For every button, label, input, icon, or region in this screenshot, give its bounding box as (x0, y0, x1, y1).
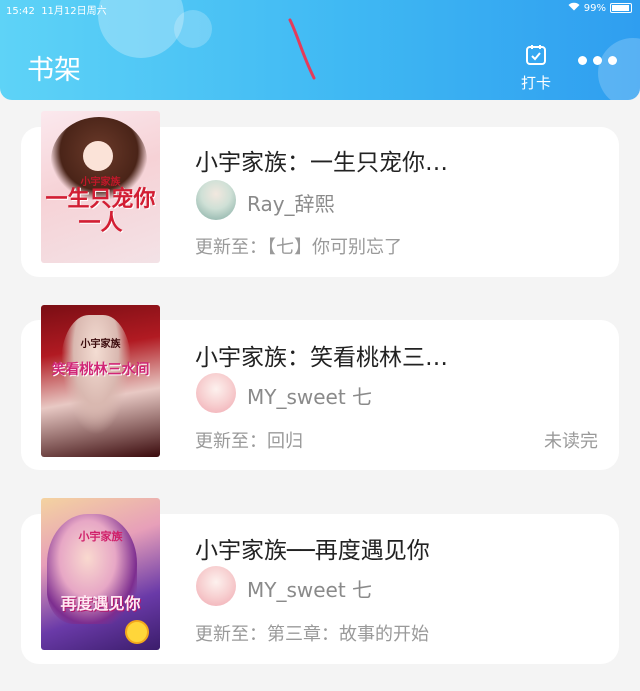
doodle-stroke-icon (288, 18, 316, 80)
update-text: 更新至：第三章：故事的开始 (195, 624, 429, 645)
cover-text: 再度遇见你 (60, 594, 141, 613)
checkin-button[interactable]: 打卡 (516, 44, 556, 93)
update-text: 更新至：【七】你可别忘了 (195, 237, 402, 258)
decor-bubble (598, 38, 640, 100)
page-title: 书架 (27, 55, 81, 86)
cover-text: 小宇家族 (78, 530, 123, 543)
book-cover[interactable]: 小宇家族 再度遇见你 (41, 498, 160, 650)
decor-bubble (174, 10, 212, 48)
more-icon[interactable] (578, 56, 617, 65)
decor-bubble (98, 0, 184, 58)
wifi-icon (568, 2, 580, 14)
author-avatar[interactable] (196, 180, 236, 220)
author-avatar[interactable] (196, 566, 236, 606)
author-avatar[interactable] (196, 373, 236, 413)
cover-text: 小宇家族 (80, 339, 121, 350)
calendar-check-icon (525, 45, 547, 70)
book-title[interactable]: 小宇家族──再度遇见你 (195, 531, 430, 565)
battery-icon (610, 3, 632, 13)
book-title[interactable]: 小宇家族：一生只宠你… (195, 143, 448, 177)
book-title[interactable]: 小宇家族：笑看桃林三… (195, 338, 448, 372)
battery-percent: 99% (583, 2, 606, 14)
cover-text: 笑看桃林三水间 (51, 362, 150, 378)
author-name[interactable]: MY_sweet 七 (247, 381, 372, 410)
status-right: 99% (568, 2, 632, 14)
author-name[interactable]: MY_sweet 七 (247, 574, 372, 603)
cover-text: 一生只宠你一人 (45, 186, 156, 236)
app-header: 15:42 11月12日周六 99% 书架 打卡 (0, 0, 640, 100)
book-cover[interactable]: 小宇家族 笑看桃林三水间 (41, 305, 160, 457)
status-time: 15:42 11月12日周六 (6, 6, 107, 17)
update-text: 更新至：回归 (195, 431, 303, 452)
unread-status: 未读完 (544, 431, 598, 452)
author-name[interactable]: Ray_辞熙 (247, 188, 335, 217)
smiley-icon (125, 620, 149, 644)
checkin-label: 打卡 (520, 74, 551, 92)
book-cover[interactable]: 小宇家族 一生只宠你一人 (41, 111, 160, 263)
